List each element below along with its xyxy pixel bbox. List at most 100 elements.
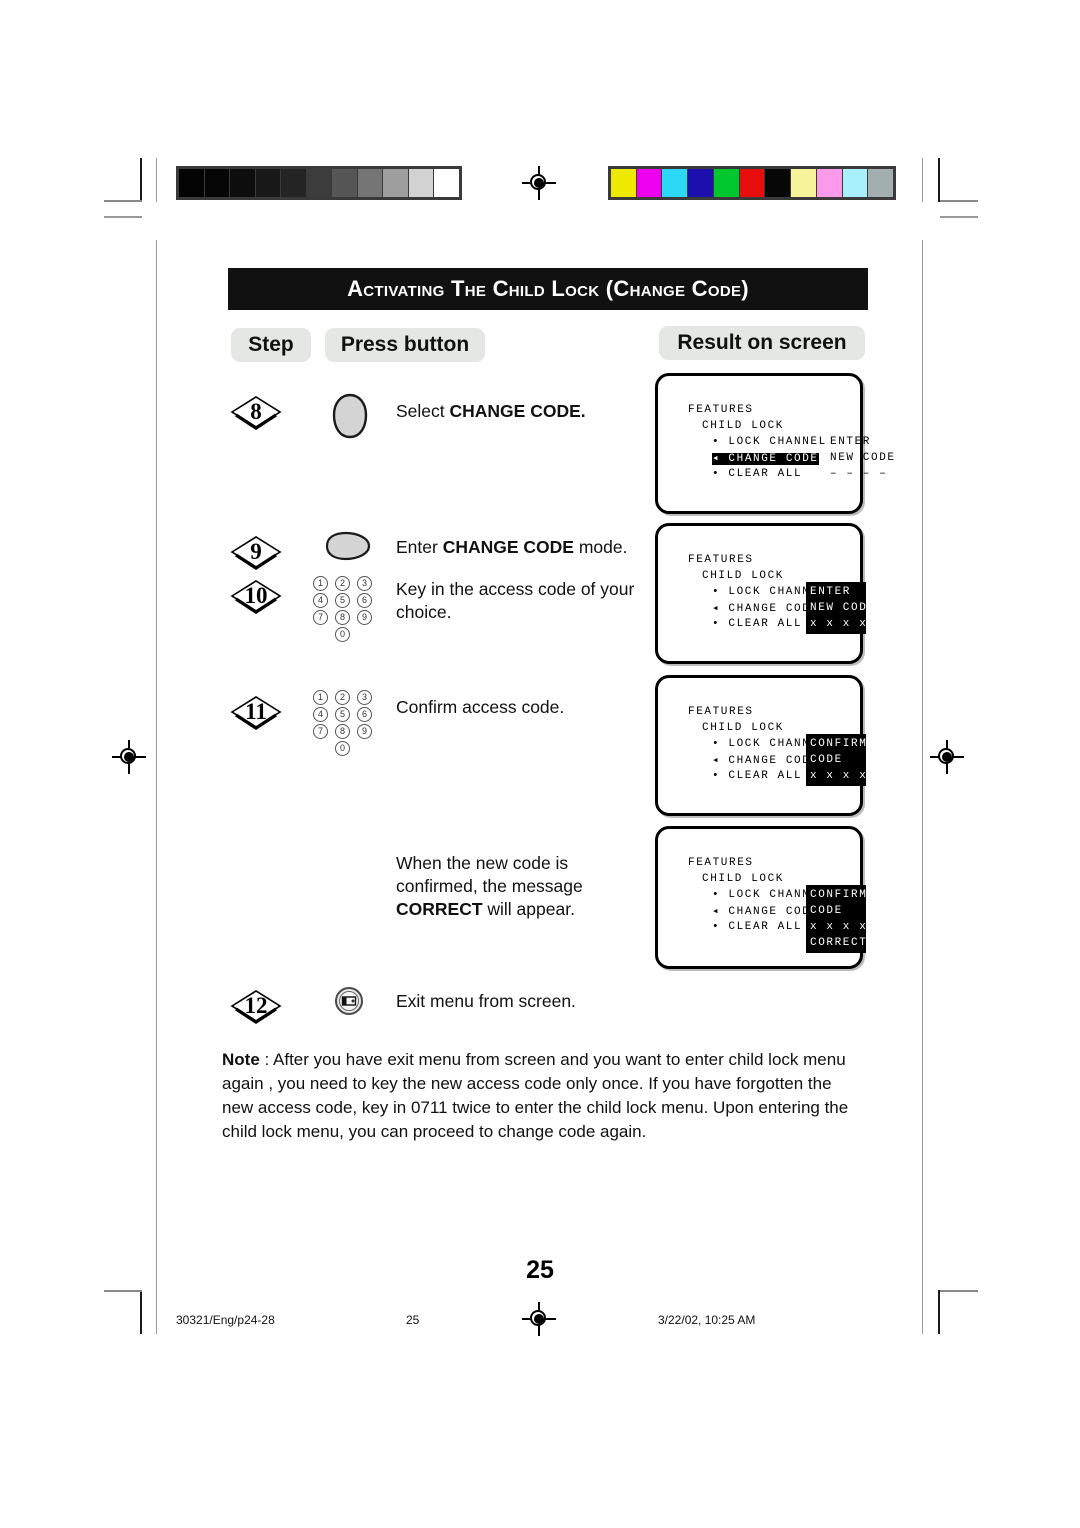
osd-menu-item[interactable]: • CLEAR ALL – – – –: [688, 466, 896, 482]
note-body: : After you have exit menu from screen a…: [222, 1050, 849, 1141]
keypad-key-3[interactable]: 3: [357, 576, 372, 591]
step-number-text: 11: [245, 699, 267, 724]
keypad-key-1[interactable]: 1: [313, 690, 328, 705]
crop-mark-top-right-vertical: [938, 158, 940, 202]
osd-value-line: x x x x: [810, 770, 868, 782]
result-screen-step-9-10: FEATURES CHILD LOCK • LOCK CHANNEL ◂ CHANGE…: [655, 523, 874, 664]
color-calibration-bar: [608, 166, 896, 200]
color-swatch: [739, 169, 765, 197]
step-number-text: 9: [250, 539, 262, 564]
registration-mark-left-center: [112, 740, 146, 774]
color-swatch: [713, 169, 739, 197]
result-screen-correct: FEATURES CHILD LOCK • LOCK CHANNEL ◂ CHANGE…: [655, 826, 866, 969]
keypad-key-9[interactable]: 9: [357, 724, 372, 739]
crop-mark-top-left-horizontal: [104, 200, 142, 202]
osd-item-label: • CLEAR ALL: [712, 468, 803, 480]
keypad-key-8[interactable]: 8: [335, 724, 350, 739]
crop-mark-bottom-right-vertical: [938, 1290, 940, 1334]
step-instruction-10: Key in the access code of your choice.: [396, 579, 635, 622]
step-instruction-correct: When the new code is confirmed, the mess…: [396, 853, 583, 919]
grayscale-swatch: [383, 169, 408, 197]
step-number-badge: 12: [228, 986, 284, 1026]
osd-item-label: ◂ CHANGE CODE: [712, 906, 819, 918]
result-screen-step-11: FEATURES CHILD LOCK • LOCK CHANNEL ◂ CHANGE…: [655, 675, 868, 816]
step-instruction-text: Enter CHANGE CODE mode.: [396, 536, 646, 559]
keypad-key-4[interactable]: 4: [313, 707, 328, 722]
osd-item-value: NEW CODE: [830, 452, 896, 464]
grayscale-swatch: [434, 169, 460, 197]
grayscale-swatch: [408, 169, 434, 197]
osd-value-line: CODE: [810, 905, 843, 917]
color-swatch: [662, 169, 688, 197]
cursor-down-teardrop-icon[interactable]: [330, 392, 370, 445]
color-swatch: [868, 169, 894, 197]
keypad-key-6[interactable]: 6: [357, 593, 372, 608]
cursor-right-teardrop-icon[interactable]: [324, 530, 372, 567]
crop-mark-bottom-right-horizontal: [940, 1290, 978, 1292]
osd-value-line: CODE: [810, 754, 843, 766]
keypad-key-5[interactable]: 5: [335, 707, 350, 722]
keypad-key-7[interactable]: 7: [313, 724, 328, 739]
column-header-step-label: Step: [248, 333, 294, 356]
keypad-key-0[interactable]: 0: [335, 741, 350, 756]
column-header-press-button-label: Press button: [340, 333, 470, 356]
step-instruction-text: Select CHANGE CODE.: [396, 400, 646, 423]
step-instruction-8: Select CHANGE CODE.: [396, 401, 586, 421]
registration-mark-top-center: [522, 166, 556, 200]
osd-value-block: CONFIRM CODE x x x x CORRECT: [806, 885, 866, 953]
color-swatch: [688, 169, 713, 197]
osd-item-label: • CLEAR ALL: [712, 618, 803, 630]
note-label: Note: [222, 1050, 260, 1069]
page-title: Activating the Child Lock (Change code): [347, 276, 749, 301]
keypad-key-4[interactable]: 4: [313, 593, 328, 608]
osd-item-label: ◂ CHANGE CODE: [712, 755, 819, 767]
menu-button-icon[interactable]: [334, 986, 364, 1021]
crop-mark-bottom-left-vertical: [140, 1290, 142, 1334]
osd-value-block: ENTER NEW CODE x x x x: [806, 582, 874, 634]
page-number: 25: [526, 1256, 554, 1284]
osd-submenu: CHILD LOCK: [702, 420, 785, 432]
keypad-key-0[interactable]: 0: [335, 627, 350, 642]
osd-item-label: • CLEAR ALL: [712, 770, 803, 782]
result-screen-step-8: FEATURES CHILD LOCK • LOCK CHANNEL ENTER ◂ C…: [655, 373, 894, 514]
osd-menu-item[interactable]: ◂ CHANGE CODE NEW CODE: [688, 450, 896, 466]
keypad-key-6[interactable]: 6: [357, 707, 372, 722]
keypad-key-2[interactable]: 2: [335, 690, 350, 705]
note-block: Note : After you have exit menu from scr…: [222, 1048, 862, 1144]
keypad-key-2[interactable]: 2: [335, 576, 350, 591]
step-instruction-12: Exit menu from screen.: [396, 991, 576, 1011]
osd-menu: FEATURES CHILD LOCK • LOCK CHANNEL ENTER ◂ C…: [688, 402, 896, 482]
osd-value-line: CONFIRM: [810, 738, 868, 750]
step-number-badge: 8: [228, 392, 284, 432]
osd-item-value: – – – –: [830, 468, 888, 480]
osd-item-label: • CLEAR ALL: [712, 921, 803, 933]
keypad-key-7[interactable]: 7: [313, 610, 328, 625]
step-number-text: 10: [244, 583, 268, 608]
page-title-bar: Activating the Child Lock (Change code): [228, 268, 868, 310]
crop-mark-bottom-left-vertical-2: [156, 1290, 157, 1334]
step-instruction-text: Exit menu from screen.: [396, 990, 646, 1013]
keypad-key-8[interactable]: 8: [335, 610, 350, 625]
numeric-keypad-icon[interactable]: 123 456 7890: [313, 690, 379, 758]
osd-value-line: CORRECT: [810, 937, 868, 949]
crop-mark-top-right-horizontal: [940, 200, 978, 202]
grayscale-swatch: [179, 169, 204, 197]
keypad-key-5[interactable]: 5: [335, 593, 350, 608]
osd-menu-item[interactable]: • LOCK CHANNEL ENTER: [688, 434, 896, 450]
osd-value-line: CONFIRM: [810, 889, 868, 901]
color-swatch: [842, 169, 868, 197]
grayscale-swatch: [204, 169, 230, 197]
grayscale-swatch: [230, 169, 255, 197]
page-edge-line-right: [922, 240, 923, 1290]
color-swatch: [791, 169, 816, 197]
osd-value-line: ENTER: [810, 586, 852, 598]
numeric-keypad-icon[interactable]: 123 456 7890: [313, 576, 379, 644]
keypad-key-9[interactable]: 9: [357, 610, 372, 625]
color-swatch: [816, 169, 842, 197]
column-header-result-on-screen: Result on screen: [659, 326, 865, 360]
crop-mark-bottom-right-vertical-2: [922, 1290, 923, 1334]
column-header-result-label: Result on screen: [677, 331, 847, 354]
osd-item-label: ◂ CHANGE CODE: [712, 453, 819, 465]
keypad-key-1[interactable]: 1: [313, 576, 328, 591]
keypad-key-3[interactable]: 3: [357, 690, 372, 705]
